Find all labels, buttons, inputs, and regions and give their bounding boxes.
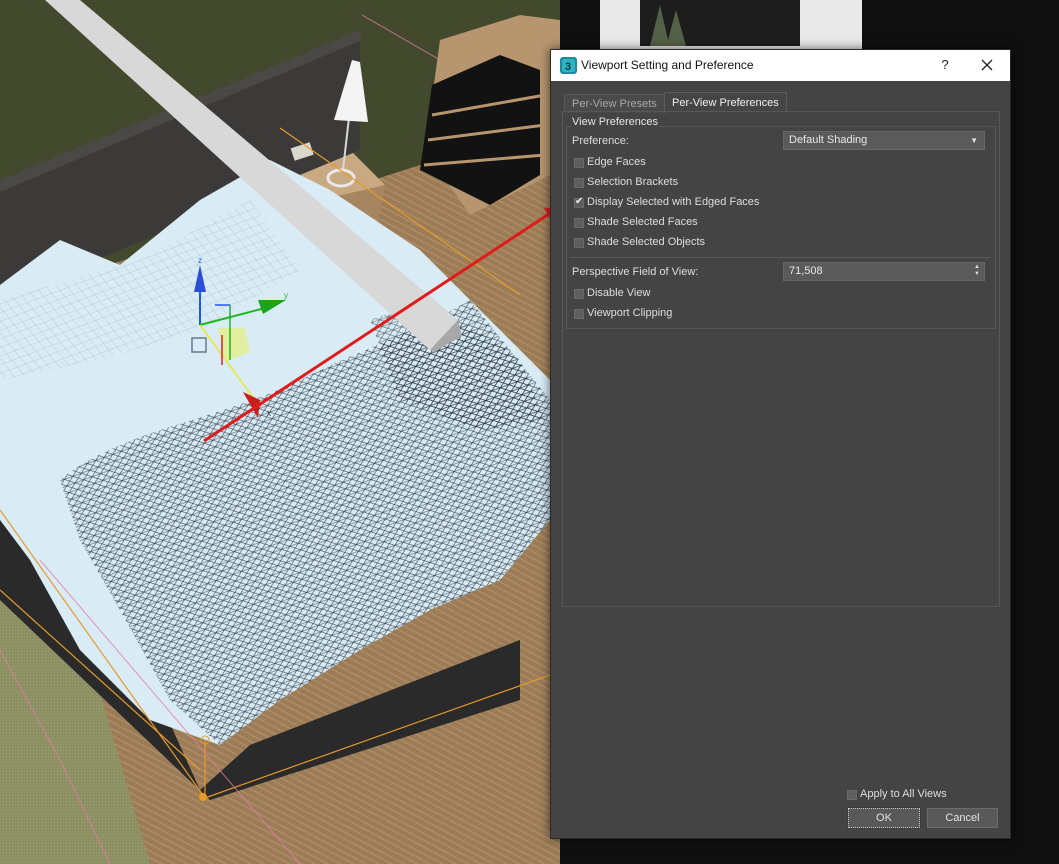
group-separator (570, 257, 990, 258)
dialog-title: Viewport Setting and Preference (581, 58, 754, 72)
checkbox-box[interactable] (574, 289, 584, 299)
spinner-arrows-icon[interactable]: ▲ ▼ (974, 264, 980, 278)
checkbox-box[interactable] (574, 309, 584, 319)
cancel-button[interactable]: Cancel (927, 808, 998, 828)
help-button[interactable]: ? (931, 52, 959, 78)
fov-value: 71,508 (789, 265, 823, 277)
checkbox-box[interactable] (574, 218, 584, 228)
gizmo-y-label: y (284, 291, 288, 300)
gizmo-x-label: x (267, 409, 271, 418)
group-title: View Preferences (571, 116, 660, 128)
fov-spinner[interactable]: 71,508 ▲ ▼ (783, 262, 985, 281)
chevron-down-icon: ▼ (970, 136, 978, 145)
3dsmax-app-icon: 3 (560, 57, 577, 74)
svg-text:3: 3 (565, 61, 571, 73)
checkbox-box[interactable] (574, 238, 584, 248)
viewport-settings-dialog: 3 Viewport Setting and Preference ? Per-… (550, 49, 1011, 839)
preference-dropdown[interactable]: Default Shading ▼ (783, 131, 985, 150)
checkbox-box-checked[interactable]: ✔ (574, 196, 584, 208)
close-icon[interactable] (971, 52, 1003, 78)
checkbox-box[interactable] (574, 158, 584, 168)
preference-value: Default Shading (789, 134, 868, 146)
gizmo-z-label: z (198, 256, 202, 265)
ok-button[interactable]: OK (847, 807, 921, 829)
checkbox-box[interactable] (574, 178, 584, 188)
fov-label: Perspective Field of View: (572, 266, 699, 278)
dialog-titlebar[interactable]: 3 Viewport Setting and Preference ? (551, 50, 1010, 81)
preference-label: Preference: (572, 135, 629, 147)
tab-per-view-preferences[interactable]: Per-View Preferences (664, 92, 787, 113)
checkbox-box[interactable] (847, 790, 857, 800)
check-icon: ✔ (575, 196, 584, 207)
